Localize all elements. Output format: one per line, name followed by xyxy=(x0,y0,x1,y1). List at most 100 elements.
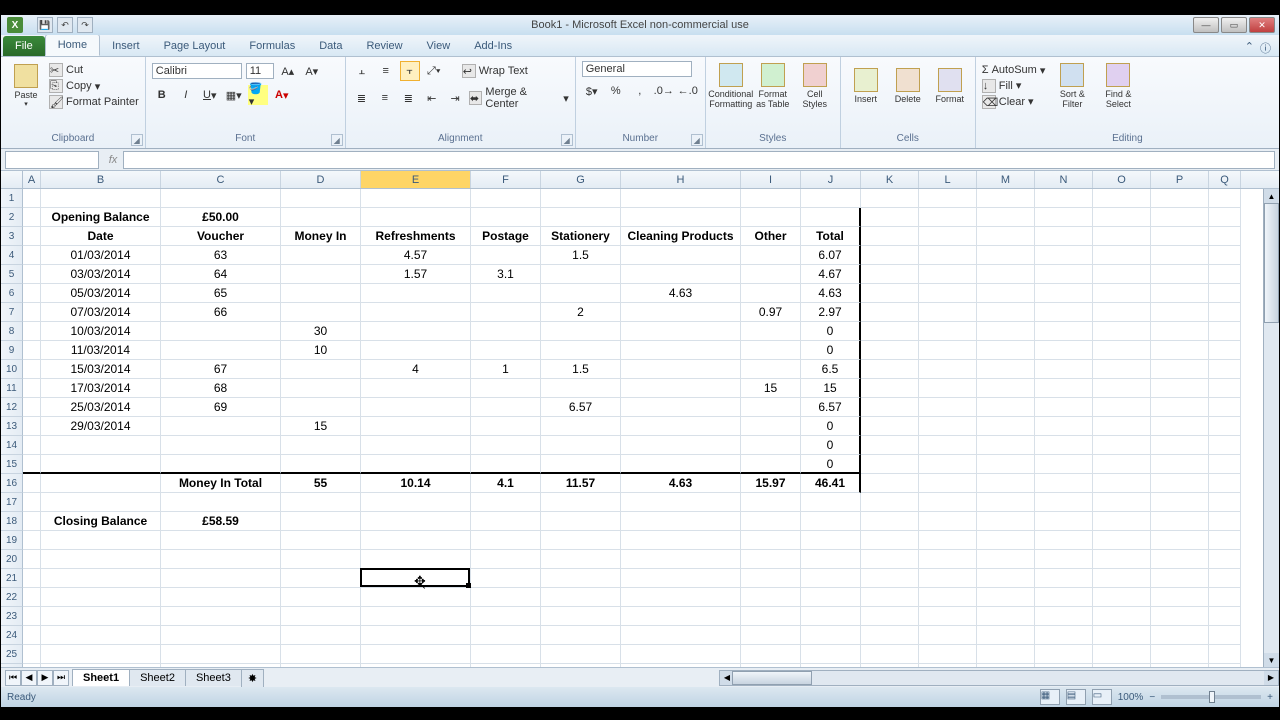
cell[interactable] xyxy=(621,208,741,227)
maximize-button[interactable]: ▭ xyxy=(1221,17,1247,33)
cell[interactable] xyxy=(1093,379,1151,398)
cell[interactable] xyxy=(1151,398,1209,417)
sheet-nav-first-icon[interactable]: ⏮ xyxy=(5,670,21,686)
cell[interactable] xyxy=(1035,512,1093,531)
cell[interactable] xyxy=(1151,417,1209,436)
cell[interactable]: Stationery xyxy=(541,227,621,246)
cell[interactable] xyxy=(741,265,801,284)
cell[interactable] xyxy=(801,569,861,588)
cell[interactable] xyxy=(1035,569,1093,588)
cell[interactable] xyxy=(741,246,801,265)
cell[interactable] xyxy=(41,626,161,645)
dec-decimal-icon[interactable]: ←.0 xyxy=(678,81,698,101)
cell[interactable]: 68 xyxy=(161,379,281,398)
cell[interactable] xyxy=(1209,398,1241,417)
cell[interactable] xyxy=(361,588,471,607)
cell[interactable] xyxy=(23,265,41,284)
cell[interactable] xyxy=(741,398,801,417)
cell[interactable] xyxy=(621,588,741,607)
cell[interactable] xyxy=(471,436,541,455)
cell[interactable] xyxy=(361,189,471,208)
sheet-tab-1[interactable]: Sheet1 xyxy=(72,669,130,686)
cell[interactable] xyxy=(741,436,801,455)
cell[interactable] xyxy=(23,284,41,303)
cell[interactable] xyxy=(41,645,161,664)
cell[interactable] xyxy=(281,189,361,208)
row-header[interactable]: 6 xyxy=(1,284,23,303)
fx-icon[interactable]: fx xyxy=(103,154,123,166)
cell[interactable] xyxy=(861,550,919,569)
cell[interactable] xyxy=(1151,265,1209,284)
cell[interactable]: Cleaning Products xyxy=(621,227,741,246)
orientation-icon[interactable]: ⤢▾ xyxy=(424,61,444,81)
cell[interactable]: 1 xyxy=(471,360,541,379)
cell[interactable]: 05/03/2014 xyxy=(41,284,161,303)
column-header-G[interactable]: G xyxy=(541,171,621,188)
align-center-icon[interactable]: ≡ xyxy=(375,88,394,108)
cell[interactable] xyxy=(361,417,471,436)
cell[interactable]: Refreshments xyxy=(361,227,471,246)
cell[interactable] xyxy=(361,569,471,588)
cell[interactable] xyxy=(1035,398,1093,417)
autosum-button[interactable]: Σ AutoSum ▾ xyxy=(982,63,1046,78)
cell[interactable]: 0 xyxy=(801,417,861,436)
cell[interactable]: 65 xyxy=(161,284,281,303)
cell[interactable] xyxy=(977,284,1035,303)
cell[interactable] xyxy=(1151,645,1209,664)
cell[interactable] xyxy=(801,664,861,667)
cell[interactable] xyxy=(977,208,1035,227)
cell[interactable] xyxy=(23,664,41,667)
cell[interactable] xyxy=(861,360,919,379)
cell[interactable] xyxy=(801,588,861,607)
cell[interactable] xyxy=(1035,284,1093,303)
cell[interactable] xyxy=(919,360,977,379)
cell[interactable]: Total xyxy=(801,227,861,246)
cell[interactable] xyxy=(23,512,41,531)
cell[interactable]: 30 xyxy=(281,322,361,341)
cell[interactable] xyxy=(919,512,977,531)
cell[interactable]: 4 xyxy=(361,360,471,379)
cell[interactable] xyxy=(541,531,621,550)
cell[interactable] xyxy=(161,588,281,607)
cell[interactable] xyxy=(471,588,541,607)
cell[interactable] xyxy=(861,626,919,645)
fill-color-button[interactable]: 🪣▾ xyxy=(248,85,268,105)
cell[interactable] xyxy=(919,550,977,569)
column-header-H[interactable]: H xyxy=(621,171,741,188)
cell[interactable] xyxy=(1093,189,1151,208)
cell[interactable]: 0 xyxy=(801,455,861,474)
cell[interactable] xyxy=(621,512,741,531)
row-header[interactable]: 13 xyxy=(1,417,23,436)
horizontal-scrollbar[interactable]: ◀ ▶ xyxy=(719,670,1279,686)
cell[interactable] xyxy=(801,550,861,569)
cell[interactable] xyxy=(741,512,801,531)
format-painter-button[interactable]: 🖌Format Painter xyxy=(49,94,139,110)
cell[interactable] xyxy=(41,189,161,208)
cell[interactable] xyxy=(361,322,471,341)
cell[interactable] xyxy=(161,550,281,569)
column-header-J[interactable]: J xyxy=(801,171,861,188)
cell[interactable] xyxy=(161,417,281,436)
name-box[interactable] xyxy=(5,151,99,169)
cell[interactable] xyxy=(977,189,1035,208)
cell[interactable] xyxy=(1209,550,1241,569)
cell[interactable] xyxy=(741,664,801,667)
cell[interactable] xyxy=(23,303,41,322)
cell-styles-button[interactable]: Cell Styles xyxy=(796,61,834,111)
cell[interactable] xyxy=(1035,341,1093,360)
cell[interactable] xyxy=(621,569,741,588)
cell[interactable] xyxy=(1093,360,1151,379)
cell[interactable] xyxy=(361,512,471,531)
clear-button[interactable]: ⌫Clear ▾ xyxy=(982,94,1046,110)
cell[interactable] xyxy=(621,322,741,341)
increase-font-icon[interactable]: A▴ xyxy=(278,61,298,81)
cell[interactable] xyxy=(1209,569,1241,588)
cell[interactable] xyxy=(361,398,471,417)
row-header[interactable]: 2 xyxy=(1,208,23,227)
cell[interactable] xyxy=(23,227,41,246)
cell[interactable] xyxy=(161,189,281,208)
cell[interactable] xyxy=(1093,208,1151,227)
cell[interactable]: 29/03/2014 xyxy=(41,417,161,436)
cell[interactable] xyxy=(1151,341,1209,360)
column-header-E[interactable]: E xyxy=(361,171,471,188)
